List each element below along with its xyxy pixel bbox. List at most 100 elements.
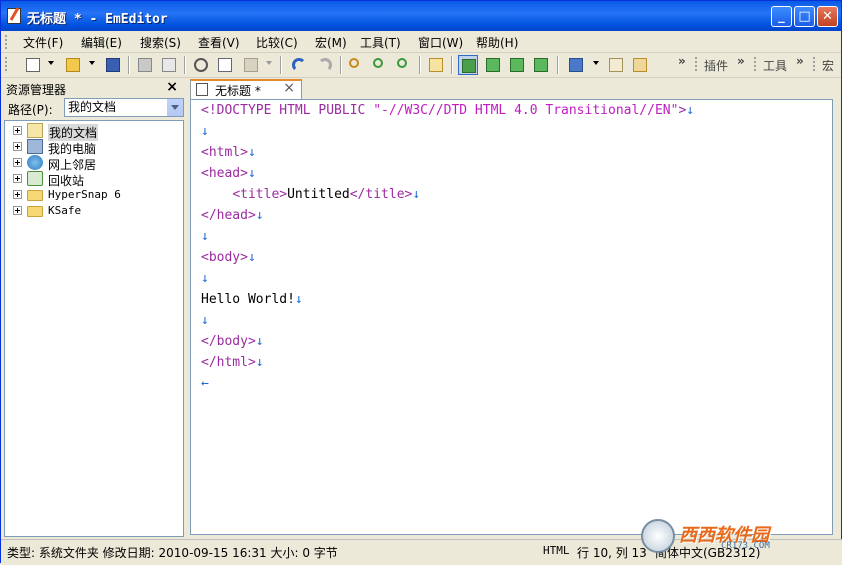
expand-icon[interactable]	[13, 126, 22, 135]
emeditor-app-icon[interactable]	[7, 8, 21, 24]
code-token: <head>	[201, 166, 248, 181]
maximize-button[interactable]: □	[794, 6, 815, 27]
newline-mark: ↓	[255, 208, 264, 223]
configuration-button[interactable]	[630, 55, 650, 75]
explorer-panel: 资源管理器 × 路径(P): 我的文档 我的文档 我的电脑 网上邻居 回收站 H…	[4, 79, 184, 537]
find-icon	[349, 58, 359, 68]
find-previous-button[interactable]	[394, 55, 414, 75]
plugins-overflow-chevron[interactable]: »	[737, 54, 745, 68]
folder-icon	[27, 190, 43, 201]
code-line: ↓	[201, 268, 209, 289]
menu-view[interactable]: 查看(V)	[198, 34, 240, 51]
editor-pane: 无标题 * × <!DOCTYPE HTML PUBLIC "-//W3C//D…	[187, 79, 839, 537]
paste-button[interactable]	[241, 55, 261, 75]
paste-dropdown-icon[interactable]	[266, 61, 272, 65]
close-window-button[interactable]: ✕	[817, 6, 838, 27]
wrap-chars-button[interactable]	[483, 55, 503, 75]
code-token: <title>	[232, 187, 288, 202]
macro-toolbar-label[interactable]: 宏	[822, 57, 834, 74]
explorer-close-button[interactable]: ×	[166, 79, 178, 95]
wrap-none-button[interactable]	[458, 55, 478, 75]
menu-grip[interactable]	[5, 35, 10, 49]
new-file-button[interactable]	[23, 55, 43, 75]
copy-button[interactable]	[215, 55, 235, 75]
code-line: ↓	[201, 226, 209, 247]
encoding-icon	[569, 58, 583, 72]
text-editor[interactable]: <!DOCTYPE HTML PUBLIC "-//W3C//DTD HTML …	[190, 99, 833, 535]
expand-icon[interactable]	[13, 158, 22, 167]
tab-close-button[interactable]: ×	[283, 80, 295, 96]
wrap-page-button[interactable]	[531, 55, 551, 75]
save-button[interactable]	[103, 55, 123, 75]
window-title: 无标题 * - EmEditor	[27, 12, 168, 27]
tools-toolbar-grip[interactable]	[754, 57, 759, 71]
watermark: 西西软件园 CR173.COM	[641, 519, 821, 557]
status-cursor-position: 行 10, 列 13	[577, 546, 647, 560]
plugins-toolbar-grip[interactable]	[695, 57, 700, 71]
newline-mark: ↓	[412, 187, 421, 202]
expand-icon[interactable]	[13, 142, 22, 151]
undo-button[interactable]	[289, 55, 309, 75]
properties-button[interactable]	[606, 55, 626, 75]
cut-button[interactable]	[191, 55, 211, 75]
title-bar[interactable]: 无标题 * - EmEditor _ □ ✕	[1, 1, 841, 31]
find-button[interactable]	[346, 55, 366, 75]
document-icon	[196, 83, 208, 96]
menu-macro[interactable]: 宏(M)	[315, 34, 347, 51]
redo-icon	[318, 58, 332, 72]
toolbar-grip[interactable]	[5, 57, 10, 71]
expand-icon[interactable]	[13, 174, 22, 183]
find-next-button[interactable]	[370, 55, 390, 75]
new-dropdown-icon[interactable]	[48, 61, 54, 65]
find-in-files-button[interactable]	[426, 55, 446, 75]
new-file-icon	[26, 58, 40, 72]
open-file-button[interactable]	[63, 55, 83, 75]
tools-toolbar-label[interactable]: 工具	[763, 57, 787, 74]
print-preview-button[interactable]	[159, 55, 179, 75]
newline-mark: ↓	[247, 250, 256, 265]
tools-overflow-chevron[interactable]: »	[796, 54, 804, 68]
newline-mark: ↓	[201, 271, 209, 286]
tree-item-label: 回收站	[48, 174, 85, 188]
expand-icon[interactable]	[13, 206, 22, 215]
folder-tree[interactable]: 我的文档 我的电脑 网上邻居 回收站 HyperSnap 6 KSafe	[4, 120, 184, 537]
find-in-files-icon	[429, 58, 443, 72]
status-config-mode[interactable]: HTML	[543, 544, 570, 557]
open-dropdown-icon[interactable]	[89, 61, 95, 65]
expand-icon[interactable]	[13, 190, 22, 199]
maximize-icon: □	[798, 9, 811, 24]
minimize-button[interactable]: _	[771, 6, 792, 27]
toolbar-separator	[451, 56, 453, 74]
encoding-button[interactable]	[566, 55, 586, 75]
tree-item-label: 网上邻居	[48, 158, 97, 172]
toolbar-overflow-chevron[interactable]: »	[678, 54, 686, 68]
print-button[interactable]	[135, 55, 155, 75]
find-next-icon	[373, 58, 383, 68]
code-line: Hello World!↓	[201, 289, 303, 310]
menu-edit[interactable]: 编辑(E)	[81, 34, 122, 51]
redo-button[interactable]	[315, 55, 335, 75]
macro-toolbar-grip[interactable]	[813, 57, 818, 71]
menu-help[interactable]: 帮助(H)	[476, 34, 518, 51]
encoding-dropdown-icon[interactable]	[593, 61, 599, 65]
tab-untitled[interactable]: 无标题 * ×	[190, 79, 302, 99]
code-line: <html>↓	[201, 142, 256, 163]
toolbar-separator	[280, 56, 282, 74]
code-token: </body>	[201, 334, 256, 349]
menu-file[interactable]: 文件(F)	[23, 34, 63, 51]
document-tabs: 无标题 * ×	[187, 79, 839, 99]
menu-tools[interactable]: 工具(T)	[360, 34, 401, 51]
newline-mark: ↓	[247, 145, 256, 160]
menu-window[interactable]: 窗口(W)	[418, 34, 463, 51]
code-line: <!DOCTYPE HTML PUBLIC "-//W3C//DTD HTML …	[201, 100, 694, 121]
menu-search[interactable]: 搜索(S)	[140, 34, 181, 51]
newline-mark: ↓	[201, 229, 209, 244]
wrap-window-button[interactable]	[507, 55, 527, 75]
path-select[interactable]: 我的文档	[64, 98, 184, 117]
menu-compare[interactable]: 比较(C)	[256, 34, 298, 51]
save-icon	[106, 58, 120, 72]
plugins-toolbar-label[interactable]: 插件	[704, 57, 728, 74]
chevron-down-icon[interactable]	[166, 99, 183, 116]
toolbar-separator	[557, 56, 559, 74]
